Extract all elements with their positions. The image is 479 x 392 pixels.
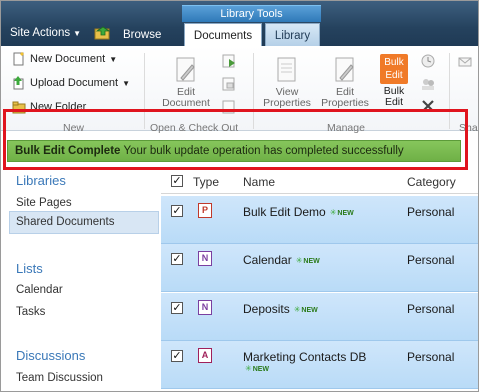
- upload-document-button[interactable]: Upload Document ▼: [12, 76, 130, 90]
- site-actions-menu[interactable]: Site Actions ▼: [10, 27, 81, 39]
- table-row[interactable]: ✓ N Deposits NEW Personal: [161, 293, 478, 341]
- document-name-link[interactable]: Bulk Edit Demo NEW: [243, 205, 354, 219]
- category-cell: Personal: [407, 302, 455, 316]
- edit-document-button[interactable]: Edit Document: [158, 56, 214, 109]
- document-type-icon: P: [198, 203, 212, 218]
- quick-launch: Libraries Site Pages Shared Documents Li…: [1, 171, 161, 391]
- new-document-icon: [13, 52, 24, 66]
- nav-item-team-discussion[interactable]: Team Discussion: [16, 372, 103, 384]
- document-type-icon: N: [198, 300, 212, 315]
- table-row[interactable]: ✓ N Calendar NEW Personal: [161, 244, 478, 292]
- document-type-icon: A: [198, 348, 212, 363]
- nav-heading-libraries[interactable]: Libraries: [16, 173, 66, 188]
- nav-item-shared-documents[interactable]: Shared Documents: [9, 211, 159, 234]
- check-out-icon[interactable]: [221, 53, 237, 69]
- bulk-edit-button[interactable]: Bulk Edit Bulk Edit: [376, 54, 412, 108]
- view-properties-label-2: Properties: [263, 97, 311, 109]
- upload-document-label: Upload Document: [30, 76, 119, 89]
- nav-item-tasks[interactable]: Tasks: [16, 306, 45, 318]
- document-name: Deposits: [243, 302, 290, 316]
- chevron-down-icon: ▼: [122, 78, 130, 88]
- check-in-icon[interactable]: [221, 76, 237, 92]
- document-name-link[interactable]: Calendar NEW: [243, 253, 320, 267]
- document-name: Marketing Contacts DB: [243, 350, 367, 364]
- column-header-name[interactable]: Name: [243, 175, 275, 189]
- select-all-checkbox[interactable]: ✓: [171, 175, 183, 187]
- document-list: ✓ Type Name Category ✓ P Bulk Edit Demo NEW…: [161, 171, 478, 391]
- row-checkbox[interactable]: ✓: [171, 350, 183, 362]
- bulk-edit-icon-text-1: Bulk: [384, 57, 404, 68]
- tab-browse[interactable]: Browse: [123, 29, 161, 41]
- table-row[interactable]: ✓ A Marketing Contacts DBNEW Personal: [161, 341, 478, 389]
- chevron-down-icon: ▼: [109, 54, 118, 64]
- new-document-label: New Document: [30, 52, 106, 65]
- column-header-category[interactable]: Category: [407, 175, 456, 189]
- tab-library[interactable]: Library: [265, 23, 320, 46]
- chevron-down-icon: ▼: [73, 29, 82, 38]
- category-cell: Personal: [407, 205, 455, 219]
- library-tools-group-label: Library Tools: [182, 5, 321, 22]
- new-badge: NEW: [245, 364, 366, 373]
- permissions-icon[interactable]: [420, 76, 436, 92]
- category-cell: Personal: [407, 253, 455, 267]
- email-link-icon[interactable]: [458, 55, 472, 69]
- document-name-link[interactable]: Deposits NEW: [243, 302, 318, 316]
- row-checkbox[interactable]: ✓: [171, 302, 183, 314]
- document-name: Bulk Edit Demo: [243, 205, 326, 219]
- edit-properties-label-2: Properties: [321, 97, 369, 109]
- new-document-button[interactable]: New Document ▼: [12, 52, 117, 66]
- edit-properties-icon: [335, 57, 354, 82]
- category-cell: Personal: [407, 350, 455, 364]
- new-badge: NEW: [294, 305, 317, 314]
- navigate-up-icon[interactable]: [94, 25, 112, 40]
- highlight-box: [3, 109, 468, 170]
- view-properties-button[interactable]: View Properties: [259, 56, 315, 109]
- nav-item-calendar[interactable]: Calendar: [16, 284, 63, 296]
- column-header-type[interactable]: Type: [193, 175, 219, 189]
- table-row[interactable]: ✓ P Bulk Edit Demo NEW Personal: [161, 196, 478, 244]
- list-header: ✓ Type Name Category: [161, 171, 478, 194]
- ribbon-tab-strip: Site Actions ▼ Browse Library Tools Docum…: [1, 1, 478, 46]
- edit-properties-button[interactable]: Edit Properties: [317, 56, 373, 109]
- nav-heading-discussions[interactable]: Discussions: [16, 348, 85, 363]
- row-checkbox[interactable]: ✓: [171, 205, 183, 217]
- row-checkbox[interactable]: ✓: [171, 253, 183, 265]
- document-name-link[interactable]: Marketing Contacts DBNEW: [243, 350, 366, 373]
- document-type-icon: N: [198, 251, 212, 266]
- bulk-edit-icon: Bulk Edit: [380, 54, 408, 84]
- version-history-icon[interactable]: [420, 53, 436, 69]
- tab-documents[interactable]: Documents: [184, 23, 262, 46]
- bulk-edit-label-2: Edit: [384, 96, 404, 108]
- upload-icon: [13, 76, 24, 90]
- edit-document-icon: [176, 57, 195, 82]
- new-badge: NEW: [296, 256, 319, 265]
- new-badge: NEW: [330, 208, 353, 217]
- site-actions-label: Site Actions: [10, 27, 71, 39]
- bulk-edit-icon-text-2: Edit: [385, 70, 403, 81]
- sharepoint-window: Site Actions ▼ Browse Library Tools Docum…: [0, 0, 479, 392]
- view-properties-icon: [277, 57, 296, 82]
- nav-heading-lists[interactable]: Lists: [16, 261, 43, 276]
- document-name: Calendar: [243, 253, 292, 267]
- nav-item-site-pages[interactable]: Site Pages: [16, 197, 72, 209]
- edit-document-label-2: Document: [162, 97, 210, 109]
